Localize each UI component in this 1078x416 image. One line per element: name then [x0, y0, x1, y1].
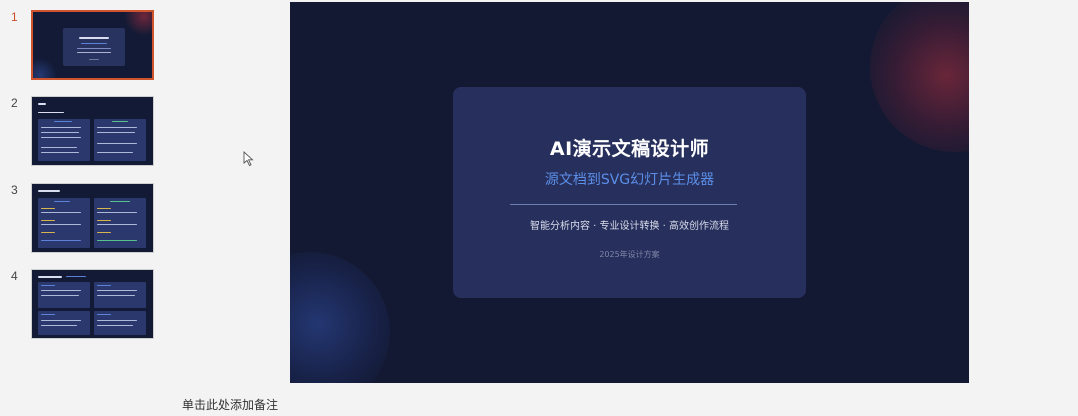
slide-thumbnail-4[interactable]: [31, 269, 154, 339]
thumbnail-glow: [124, 12, 152, 36]
slide-number: 2: [11, 96, 18, 110]
slide-title[interactable]: AI演示文稿设计师: [453, 134, 806, 161]
notes-placeholder[interactable]: 单击此处添加备注: [182, 396, 278, 413]
mouse-cursor-icon: [243, 151, 254, 167]
slide-thumbnail-2[interactable]: [31, 96, 154, 166]
slide-thumbnail-panel: 1 2 3 4: [0, 0, 170, 392]
divider: [510, 204, 737, 205]
thumbnail-row-4[interactable]: 4: [0, 269, 170, 341]
thumbnail-card: [63, 28, 125, 66]
thumbnail-row-2[interactable]: 2: [0, 96, 170, 168]
title-card: AI演示文稿设计师 源文档到SVG幻灯片生成器 智能分析内容 · 专业设计转换 …: [453, 87, 806, 298]
slide-canvas[interactable]: AI演示文稿设计师 源文档到SVG幻灯片生成器 智能分析内容 · 专业设计转换 …: [290, 2, 969, 383]
slide-thumbnail-1[interactable]: [31, 10, 154, 80]
slide-version[interactable]: 2025年设计方案: [453, 249, 806, 260]
presentation-editor: 1 2 3 4 AI演示文稿设计师 源文档到SVG幻灯片生成器 智能分析内容 ·…: [0, 0, 1078, 416]
slide-number: 4: [11, 269, 18, 283]
decorative-glow: [290, 252, 390, 383]
thumbnail-row-3[interactable]: 3: [0, 183, 170, 255]
slide-number: 3: [11, 183, 18, 197]
slide-tagline[interactable]: 智能分析内容 · 专业设计转换 · 高效创作流程: [453, 217, 806, 232]
slide-number: 1: [11, 10, 18, 24]
slide-thumbnail-3[interactable]: [31, 183, 154, 253]
slide-subtitle[interactable]: 源文档到SVG幻灯片生成器: [453, 169, 806, 189]
thumbnail-row-1[interactable]: 1: [0, 10, 170, 82]
thumbnail-glow: [33, 58, 57, 78]
decorative-glow: [870, 2, 969, 152]
